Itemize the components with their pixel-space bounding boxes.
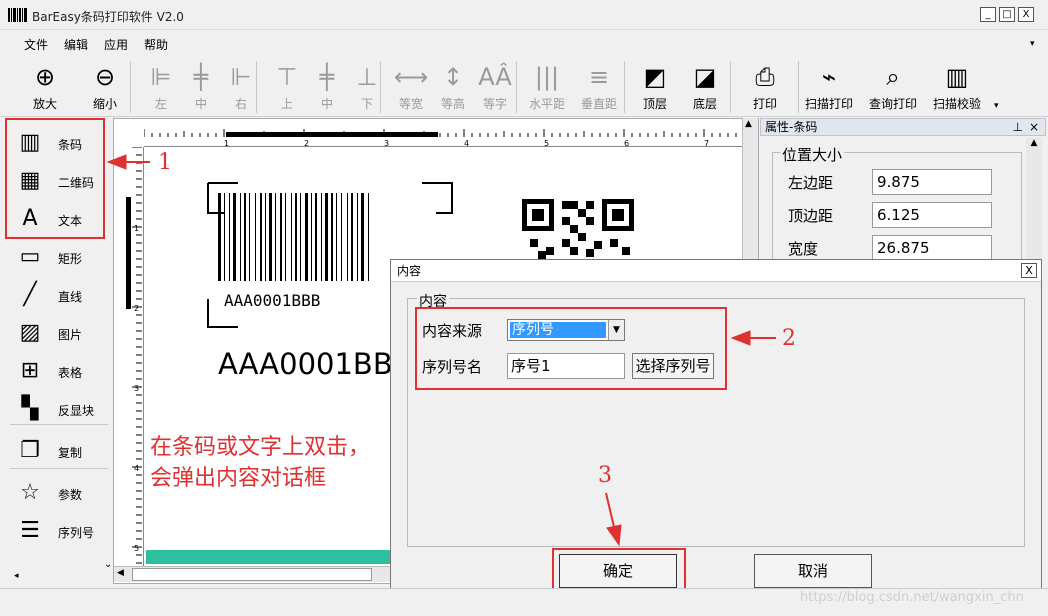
arrow-3-shaft (605, 492, 615, 528)
step-3-label: 3 (598, 463, 612, 488)
step-1-label: 1 (158, 150, 172, 175)
arrow-2-head (730, 330, 751, 346)
step-2-label: 2 (782, 326, 796, 351)
arrow-3-head (606, 524, 622, 547)
watermark: https://blog.csdn.net/wangxin_chn (800, 590, 1024, 605)
arrow-1-head (106, 154, 127, 170)
annotation-hint: 在条码或文字上双击， 会弹出内容对话框 (150, 435, 371, 491)
annotation-arrows (106, 154, 776, 547)
